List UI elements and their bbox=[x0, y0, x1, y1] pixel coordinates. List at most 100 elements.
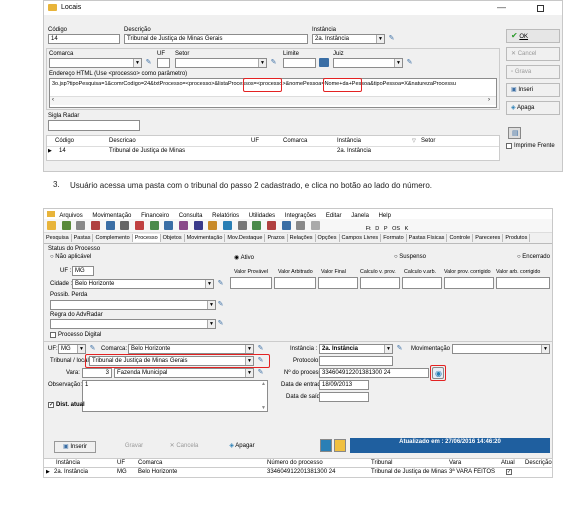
edit-comarca-icon[interactable]: ✎ bbox=[144, 58, 153, 67]
scroll-down-icon[interactable]: ▼ bbox=[261, 405, 266, 411]
radio-nao-aplicavel[interactable]: ○ Não aplicável bbox=[50, 254, 91, 260]
edit-possib-icon[interactable]: ✎ bbox=[216, 300, 225, 309]
print-button[interactable]: ▤ bbox=[508, 127, 521, 139]
radio-encerrado[interactable]: ○ Encerrado bbox=[517, 254, 550, 260]
calculo-arb-field[interactable] bbox=[402, 277, 442, 289]
calculo-prov-field[interactable] bbox=[360, 277, 400, 289]
inserir-button[interactable]: ▣ Inserir bbox=[54, 441, 96, 453]
comarca-select[interactable]: Belo Horizonte ▼ bbox=[128, 344, 254, 354]
tab-relacoes[interactable]: Relações bbox=[288, 234, 316, 242]
valor-arb-corrigido-field[interactable] bbox=[496, 277, 550, 289]
tab-movimentacao[interactable]: Movimentação bbox=[185, 234, 226, 242]
k-button[interactable]: K bbox=[405, 226, 409, 232]
table-row[interactable]: ▶ 14 Tribunal de Justiça de Minas 2a. In… bbox=[47, 146, 499, 155]
processo-digital-checkbox[interactable] bbox=[50, 332, 56, 338]
movimentacao-select[interactable]: ▼ bbox=[452, 344, 550, 354]
maximize-icon[interactable] bbox=[537, 5, 544, 12]
edit-setor-icon[interactable]: ✎ bbox=[269, 58, 278, 67]
sort-icon[interactable]: ▽ bbox=[412, 138, 416, 144]
clock-icon[interactable] bbox=[334, 439, 346, 452]
comarca-select[interactable]: ▼ bbox=[49, 58, 142, 68]
person-icon[interactable] bbox=[296, 221, 306, 230]
stop-icon[interactable] bbox=[267, 221, 277, 230]
valor-arbitrado-field[interactable] bbox=[274, 277, 316, 289]
book-icon[interactable] bbox=[179, 221, 189, 230]
cancel-button[interactable]: ✕ Cancel bbox=[506, 47, 560, 61]
regra-select[interactable]: ▼ bbox=[50, 319, 216, 329]
money-icon[interactable] bbox=[61, 221, 71, 230]
edit-instancia-icon[interactable]: ✎ bbox=[387, 34, 396, 43]
globe-icon[interactable] bbox=[281, 221, 291, 230]
edit-juiz-icon[interactable]: ✎ bbox=[405, 58, 414, 67]
radio-ativo[interactable]: ◉ Ativo bbox=[234, 254, 254, 261]
cidade-select[interactable]: Belo Horizonte ▼ bbox=[72, 279, 214, 289]
document-icon[interactable] bbox=[91, 221, 101, 230]
tab-campos-livres[interactable]: Campos Livres bbox=[340, 234, 382, 242]
table-row[interactable]: ▶ 2a. Instância MG Belo Horizonte 334604… bbox=[44, 468, 552, 477]
edit-comarca-icon[interactable]: ✎ bbox=[256, 344, 265, 353]
d-button[interactable]: D bbox=[375, 226, 379, 232]
edit-uf-icon[interactable]: ✎ bbox=[88, 344, 97, 353]
descricao-field[interactable]: Tribunal de Justiça de Minas Gerais bbox=[124, 34, 308, 44]
tab-formato[interactable]: Formato bbox=[381, 234, 407, 242]
printer-icon[interactable] bbox=[208, 221, 218, 230]
atual-checkbox[interactable]: ✓ bbox=[506, 469, 512, 475]
sigla-field[interactable] bbox=[48, 120, 140, 131]
os-button[interactable]: OS bbox=[392, 226, 400, 232]
folder-icon[interactable] bbox=[47, 221, 56, 230]
tab-produtos[interactable]: Produtos bbox=[503, 234, 531, 242]
tab-opcoes[interactable]: Opções bbox=[316, 234, 340, 242]
tab-pastas-fisicas[interactable]: Pastas Físicas bbox=[407, 234, 448, 242]
vara-number-field[interactable]: 3 bbox=[82, 368, 112, 378]
tools-icon[interactable] bbox=[237, 221, 247, 230]
instancia-select[interactable]: 2a. Instância ▼ bbox=[312, 34, 385, 44]
apagar-button[interactable]: ◈ Apaga bbox=[506, 101, 560, 115]
radio-suspenso[interactable]: ○ Suspenso bbox=[394, 254, 426, 260]
vara-select[interactable]: Fazenda Municipal ▼ bbox=[114, 368, 254, 378]
protocolo-field[interactable] bbox=[319, 356, 393, 366]
nprocesso-field[interactable]: 334604912201381300 24 bbox=[319, 368, 429, 378]
edit-vara-icon[interactable]: ✎ bbox=[256, 368, 265, 377]
chart-icon[interactable] bbox=[149, 221, 159, 230]
apagar-button[interactable]: ◈ Apagar bbox=[220, 441, 264, 453]
edit-cidade-icon[interactable]: ✎ bbox=[216, 279, 225, 288]
clipboard-icon[interactable] bbox=[120, 221, 130, 230]
p-button[interactable]: P bbox=[384, 226, 388, 232]
imprime-frente-checkbox[interactable] bbox=[506, 143, 512, 149]
tools-icon[interactable] bbox=[311, 221, 321, 230]
edit-icon[interactable] bbox=[164, 221, 174, 230]
scroll-left-icon[interactable]: ‹ bbox=[52, 97, 54, 103]
tab-processo[interactable]: Processo bbox=[132, 234, 161, 242]
settings-icon[interactable] bbox=[223, 221, 233, 230]
tab-pareceres[interactable]: Pareceres bbox=[473, 234, 504, 242]
observacao-textarea[interactable]: 1 ▲ ▼ bbox=[82, 380, 268, 412]
edit-regra-icon[interactable]: ✎ bbox=[216, 319, 225, 328]
document-icon[interactable] bbox=[105, 221, 115, 230]
nav-button[interactable] bbox=[320, 439, 332, 452]
tab-prazos[interactable]: Prazos bbox=[265, 234, 288, 242]
calendar-icon[interactable] bbox=[319, 58, 329, 67]
document-icon[interactable] bbox=[252, 221, 262, 230]
juiz-select[interactable]: ▼ bbox=[333, 58, 403, 68]
ok-button[interactable]: ✔ OK bbox=[506, 29, 560, 43]
limite-field[interactable] bbox=[283, 58, 316, 68]
instancia-select[interactable]: 2a. Instância ▼ bbox=[319, 344, 393, 354]
tab-complemento[interactable]: Complemento bbox=[93, 234, 133, 242]
inserir-button[interactable]: ▣ Inseri bbox=[506, 83, 560, 97]
ft-button[interactable]: Ft bbox=[366, 226, 371, 232]
person-icon[interactable] bbox=[76, 221, 86, 230]
document-icon[interactable] bbox=[193, 221, 203, 230]
scroll-right-icon[interactable]: › bbox=[488, 97, 490, 103]
tab-pesquisa[interactable]: Pesquisa bbox=[44, 234, 72, 242]
scroll-up-icon[interactable]: ▲ bbox=[261, 381, 266, 387]
gravar-button[interactable]: ▫ Grava bbox=[506, 65, 560, 79]
uf2-select[interactable]: MG ▼ bbox=[58, 344, 86, 354]
tab-controle[interactable]: Controle bbox=[447, 234, 474, 242]
valor-prov-corrigido-field[interactable] bbox=[444, 277, 494, 289]
tab-objetos[interactable]: Objetos bbox=[161, 234, 185, 242]
tab-pastas[interactable]: Pastas bbox=[72, 234, 94, 242]
possib-select[interactable]: ▼ bbox=[50, 300, 216, 310]
minimize-icon[interactable]: — bbox=[497, 2, 506, 12]
calendar-icon[interactable] bbox=[135, 221, 145, 230]
gravar-button[interactable]: Gravar bbox=[112, 441, 156, 453]
